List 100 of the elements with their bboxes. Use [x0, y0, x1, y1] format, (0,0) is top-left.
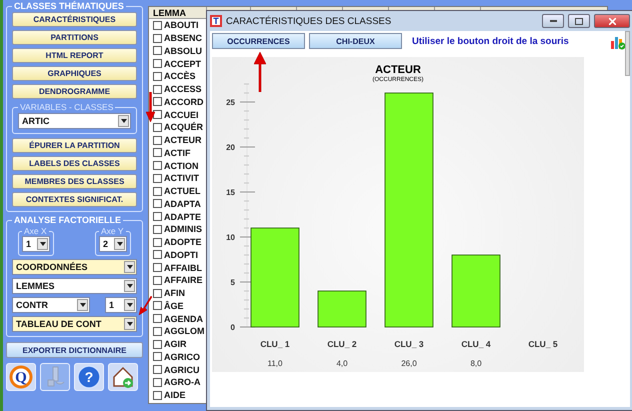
lemma-label[interactable]: AIDE: [164, 390, 186, 400]
lemma-label[interactable]: AFFAIRE: [164, 275, 203, 286]
minimize-button[interactable]: [542, 14, 564, 28]
lemma-label[interactable]: AGIR: [164, 339, 186, 350]
dropdown-button[interactable]: [124, 299, 135, 311]
dropdown-button[interactable]: [124, 280, 135, 292]
lemma-label[interactable]: ACQUÉR: [164, 122, 204, 132]
dropdown[interactable]: 1: [105, 297, 137, 313]
lemma-label[interactable]: ABOUTI: [164, 20, 198, 30]
tool-button[interactable]: [108, 363, 138, 391]
checkbox[interactable]: [153, 250, 162, 260]
lemma-label[interactable]: ACCUEI: [164, 110, 199, 120]
lemma-label[interactable]: ÂGE: [164, 300, 184, 311]
lemma-label[interactable]: ACTIVIT: [164, 173, 199, 184]
dropdown-button[interactable]: [37, 238, 48, 250]
menu-button[interactable]: ÉPURER LA PARTITION: [12, 138, 137, 153]
checkbox[interactable]: [153, 314, 162, 324]
checkbox[interactable]: [153, 122, 162, 132]
lemma-label[interactable]: AGRO-A: [164, 377, 200, 388]
menu-button[interactable]: DENDROGRAMME: [12, 84, 137, 99]
menu-button[interactable]: GRAPHIQUES: [12, 66, 137, 81]
checkbox[interactable]: [153, 378, 162, 387]
lemma-label[interactable]: AGENDA: [164, 314, 204, 324]
checkbox[interactable]: [153, 161, 162, 170]
lemma-label[interactable]: AGGLOM: [164, 326, 204, 336]
dropdown-button[interactable]: [114, 238, 125, 250]
menu-button[interactable]: MEMBRES DES CLASSES: [12, 174, 137, 189]
menu-button[interactable]: PARTITIONS: [12, 30, 137, 45]
lemma-label[interactable]: ADAPTA: [164, 198, 201, 209]
maximize-button[interactable]: [568, 14, 590, 28]
close-button[interactable]: [594, 14, 630, 28]
dropdown[interactable]: CONTR: [12, 297, 90, 313]
lemma-label[interactable]: ACCÈS: [164, 71, 196, 82]
checkbox[interactable]: [153, 390, 162, 400]
view-button[interactable]: OCCURRENCES: [212, 33, 305, 49]
dropdown-button[interactable]: [124, 261, 135, 273]
caret-icon: [40, 242, 46, 246]
menu-button[interactable]: CARACTÉRISTIQUES: [12, 12, 137, 27]
dropdown-button[interactable]: [118, 115, 129, 127]
lemma-label[interactable]: ADAPTE: [164, 212, 202, 222]
checkbox[interactable]: [153, 72, 162, 81]
checkbox[interactable]: [153, 199, 162, 208]
lemma-label[interactable]: ACCEPT: [164, 58, 202, 69]
checkbox[interactable]: [153, 148, 162, 158]
scrollbar[interactable]: [625, 31, 630, 76]
checkbox[interactable]: [153, 224, 162, 234]
lemma-label[interactable]: ACTEUR: [164, 135, 202, 146]
checkbox[interactable]: [153, 288, 162, 298]
dropdown[interactable]: ARTIC: [18, 113, 131, 129]
value-label: 11,0: [268, 359, 282, 368]
dropdown[interactable]: COORDONNÉES: [12, 259, 137, 275]
checkbox[interactable]: [153, 174, 162, 183]
checkbox[interactable]: [153, 263, 162, 272]
value-label: 8,0: [470, 359, 482, 368]
checkbox[interactable]: [153, 340, 162, 349]
dropdown-button[interactable]: [124, 318, 135, 330]
dropdown[interactable]: 2: [99, 236, 127, 252]
export-button[interactable]: EXPORTER DICTIONNAIRE: [6, 342, 143, 358]
category-label: CLU_ 4: [461, 339, 491, 349]
dropdown-button[interactable]: [77, 299, 88, 311]
dropdown[interactable]: 1: [22, 236, 50, 252]
lemma-label[interactable]: ABSENC: [164, 33, 202, 44]
annotation-arrow: [138, 296, 152, 315]
checkbox[interactable]: [153, 326, 162, 336]
dropdown[interactable]: LEMMES: [12, 278, 137, 294]
lemma-label[interactable]: ACTIF: [164, 148, 190, 158]
checkbox[interactable]: [153, 186, 162, 196]
lemma-label[interactable]: AFFAIBL: [164, 262, 202, 273]
menu-button[interactable]: LABELS DES CLASSES: [12, 156, 137, 171]
lemma-label[interactable]: ACCORD: [164, 96, 204, 107]
checkbox[interactable]: [153, 34, 162, 43]
lemma-label[interactable]: ADMINIS: [164, 224, 202, 234]
lemma-label[interactable]: ADOPTI: [164, 250, 198, 260]
lemma-label[interactable]: AGRICO: [164, 352, 200, 362]
checkbox[interactable]: [153, 97, 162, 106]
view-button[interactable]: CHI-DEUX: [309, 33, 402, 49]
checkbox[interactable]: [153, 46, 162, 56]
checkbox[interactable]: [153, 352, 162, 362]
lemma-label[interactable]: ACTUEL: [164, 186, 200, 196]
lemma-label[interactable]: AGRICU: [164, 364, 200, 375]
menu-button[interactable]: CONTEXTES SIGNIFICAT.: [12, 192, 137, 207]
checkbox[interactable]: [153, 136, 162, 145]
lemma-label[interactable]: ACCESS: [164, 84, 202, 94]
lemma-label[interactable]: AFIN: [164, 288, 185, 298]
checkbox[interactable]: [153, 110, 162, 120]
menu-button[interactable]: HTML REPORT: [12, 48, 137, 63]
checkbox[interactable]: [153, 59, 162, 68]
group-legend: Axe Y: [99, 226, 126, 236]
checkbox[interactable]: [153, 276, 162, 285]
dropdown[interactable]: TABLEAU DE CONT: [12, 316, 137, 332]
lemma-label[interactable]: ABSOLU: [164, 46, 202, 56]
tick-label: 10: [226, 233, 235, 242]
checkbox[interactable]: [153, 84, 162, 94]
checkbox[interactable]: [153, 238, 162, 247]
checkbox[interactable]: [153, 301, 162, 310]
checkbox[interactable]: [153, 365, 162, 374]
lemma-label[interactable]: ACTION: [164, 160, 198, 171]
checkbox[interactable]: [153, 20, 162, 30]
checkbox[interactable]: [153, 212, 162, 222]
lemma-label[interactable]: ADOPTE: [164, 237, 202, 248]
